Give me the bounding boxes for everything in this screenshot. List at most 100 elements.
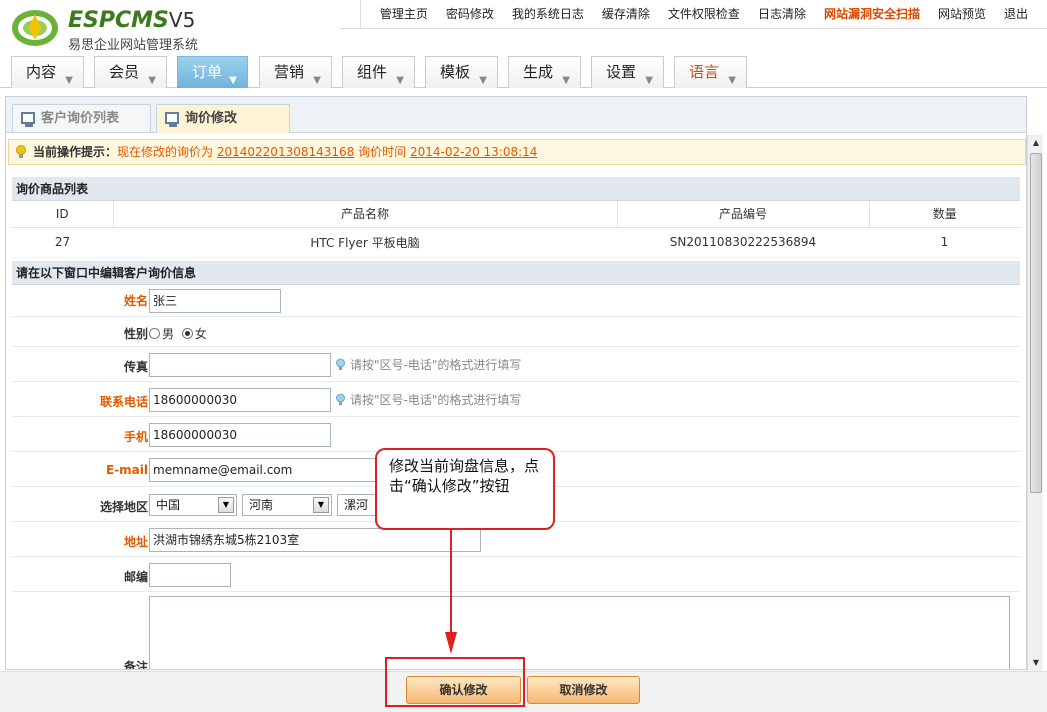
fax-input[interactable] bbox=[149, 353, 331, 377]
city-select[interactable]: 漯河 bbox=[337, 494, 377, 516]
chevron-down-icon: ▼ bbox=[65, 75, 73, 86]
gender-male-radio[interactable] bbox=[149, 328, 160, 339]
remark-textarea[interactable] bbox=[149, 596, 1010, 669]
logo-text: ESPCMSV5 bbox=[68, 8, 196, 33]
chevron-down-icon: ▼ bbox=[396, 75, 404, 86]
city-value: 漯河 bbox=[344, 498, 369, 512]
fax-label: 传真 bbox=[123, 360, 148, 374]
menu-content[interactable]: 内容 ▼ bbox=[11, 56, 84, 88]
email-input[interactable]: memname@email.com bbox=[149, 458, 381, 482]
cancel-button[interactable]: 取消修改 bbox=[527, 676, 640, 704]
operation-notice: 当前操作提示：现在修改的询价为 201402201308143168 询价时间 … bbox=[8, 139, 1026, 165]
top-link-preview[interactable]: 网站预览 bbox=[929, 0, 995, 28]
province-value: 河南 bbox=[249, 498, 274, 512]
highlight-box bbox=[385, 657, 525, 707]
col-product-code: 产品编号 bbox=[617, 201, 870, 228]
menu-label: 模板 bbox=[440, 63, 471, 81]
mobile-label: 手机 bbox=[123, 430, 148, 444]
main-menu: 内容 ▼ 会员 ▼ 订单 ▼ 营销 ▼ 组件 ▼ 模板 ▼ 生成 ▼ 设置 ▼ 语言 ▼ bbox=[0, 56, 1047, 88]
top-link-clear-log[interactable]: 日志清除 bbox=[749, 0, 815, 28]
menu-generate[interactable]: 生成 ▼ bbox=[508, 56, 581, 88]
chevron-down-icon: ▼ bbox=[148, 75, 156, 86]
email-label: E-mail bbox=[105, 463, 148, 477]
lightbulb-icon bbox=[336, 358, 345, 370]
goods-table: ID 产品名称 产品编号 数量 27 HTC Flyer 平板电脑 SN2011… bbox=[12, 201, 1020, 258]
chevron-down-icon: ▼ bbox=[562, 75, 570, 86]
menu-order[interactable]: 订单 ▼ bbox=[177, 56, 248, 88]
menu-settings[interactable]: 设置 ▼ bbox=[591, 56, 664, 88]
tab-label: 询价修改 bbox=[185, 111, 238, 126]
top-link-file-permissions[interactable]: 文件权限检查 bbox=[659, 0, 749, 28]
phone-input[interactable]: 18600000030 bbox=[149, 388, 331, 412]
goods-section-title: 询价商品列表 bbox=[12, 177, 1020, 201]
mobile-input[interactable]: 18600000030 bbox=[149, 423, 331, 447]
logo-icon bbox=[12, 10, 58, 46]
gender-label: 性别 bbox=[123, 327, 148, 341]
scroll-up-icon[interactable]: ▲ bbox=[1028, 135, 1044, 151]
province-select[interactable]: 河南 ▼ bbox=[242, 494, 332, 516]
tab-inquiry-list[interactable]: 客户询价列表 bbox=[12, 104, 151, 132]
menu-label: 营销 bbox=[274, 63, 305, 81]
notice-time-label: 询价时间 bbox=[358, 145, 407, 159]
country-select[interactable]: 中国 ▼ bbox=[149, 494, 237, 516]
chevron-down-icon: ▼ bbox=[313, 75, 321, 86]
top-link-home[interactable]: 管理主页 bbox=[371, 0, 437, 28]
lightbulb-icon bbox=[336, 393, 345, 405]
menu-component[interactable]: 组件 ▼ bbox=[342, 56, 415, 88]
row-mobile: 手机 18600000030 bbox=[12, 417, 1020, 452]
cell-quantity: 1 bbox=[869, 227, 1020, 258]
notice-prefix: 当前操作提示： bbox=[33, 145, 118, 159]
monitor-icon bbox=[21, 112, 35, 127]
tab-bar: 客户询价列表 询价修改 bbox=[6, 97, 1026, 133]
gender-male-label: 男 bbox=[162, 327, 175, 341]
table-header-row: ID 产品名称 产品编号 数量 bbox=[12, 201, 1020, 228]
scroll-thumb[interactable] bbox=[1030, 153, 1042, 493]
cell-product-name: HTC Flyer 平板电脑 bbox=[113, 227, 617, 258]
phone-label: 联系电话 bbox=[99, 395, 148, 409]
phone-hint: 请按"区号-电话"的格式进行填写 bbox=[334, 388, 521, 412]
menu-label: 组件 bbox=[357, 63, 388, 81]
row-name: 姓名 张三 bbox=[12, 282, 1020, 317]
name-input[interactable]: 张三 bbox=[149, 289, 281, 313]
inquiry-time-link[interactable]: 2014-02-20 13:08:14 bbox=[410, 145, 537, 159]
top-link-logout[interactable]: 退出 bbox=[995, 0, 1037, 28]
row-fax: 传真 请按"区号-电话"的格式进行填写 bbox=[12, 347, 1020, 382]
phone-hint-text: 请按"区号-电话"的格式进行填写 bbox=[350, 393, 522, 407]
row-gender: 性别 男 女 bbox=[12, 317, 1020, 347]
notice-text: 现在修改的询价为 bbox=[117, 145, 214, 159]
top-link-security-scan[interactable]: 网站漏洞安全扫描 bbox=[815, 0, 929, 28]
chevron-down-icon: ▼ bbox=[728, 75, 736, 86]
zip-input[interactable] bbox=[149, 563, 231, 587]
chevron-down-icon: ▼ bbox=[479, 75, 487, 86]
address-input[interactable]: 洪湖市锦绣东城5栋2103室 bbox=[149, 528, 481, 552]
menu-label: 会员 bbox=[109, 63, 140, 81]
region-label: 选择地区 bbox=[99, 500, 148, 514]
gender-female-radio[interactable] bbox=[181, 328, 193, 339]
menu-label: 内容 bbox=[26, 63, 57, 81]
top-link-clear-cache[interactable]: 缓存清除 bbox=[593, 0, 659, 28]
tutorial-callout: 修改当前询盘信息，点击“确认修改”按钮 bbox=[375, 448, 555, 530]
row-zip: 邮编 bbox=[12, 557, 1020, 592]
top-divider bbox=[340, 28, 1047, 29]
remark-label: 备注 bbox=[123, 660, 148, 670]
fax-hint: 请按"区号-电话"的格式进行填写 bbox=[334, 353, 521, 377]
country-value: 中国 bbox=[156, 498, 181, 512]
menu-member[interactable]: 会员 ▼ bbox=[94, 56, 167, 88]
table-row: 27 HTC Flyer 平板电脑 SN20110830222536894 1 bbox=[12, 227, 1020, 258]
scroll-down-icon[interactable]: ▼ bbox=[1028, 655, 1044, 671]
top-link-my-log[interactable]: 我的系统日志 bbox=[503, 0, 593, 28]
menu-label: 生成 bbox=[523, 63, 554, 81]
tab-inquiry-edit[interactable]: 询价修改 bbox=[156, 104, 290, 133]
logo-subtitle: 易思企业网站管理系统 bbox=[68, 38, 199, 53]
vertical-scrollbar[interactable]: ▲ ▼ bbox=[1027, 135, 1043, 671]
col-quantity: 数量 bbox=[869, 201, 1020, 228]
menu-label: 订单 bbox=[192, 63, 223, 81]
gender-female-label: 女 bbox=[194, 327, 207, 341]
row-phone: 联系电话 18600000030 请按"区号-电话"的格式进行填写 bbox=[12, 382, 1020, 417]
cell-product-code: SN20110830222536894 bbox=[617, 227, 869, 258]
menu-language[interactable]: 语言 ▼ bbox=[674, 56, 747, 88]
top-link-password[interactable]: 密码修改 bbox=[437, 0, 503, 28]
menu-template[interactable]: 模板 ▼ bbox=[425, 56, 498, 88]
menu-marketing[interactable]: 营销 ▼ bbox=[259, 56, 332, 88]
inquiry-number-link[interactable]: 201402201308143168 bbox=[217, 145, 354, 159]
